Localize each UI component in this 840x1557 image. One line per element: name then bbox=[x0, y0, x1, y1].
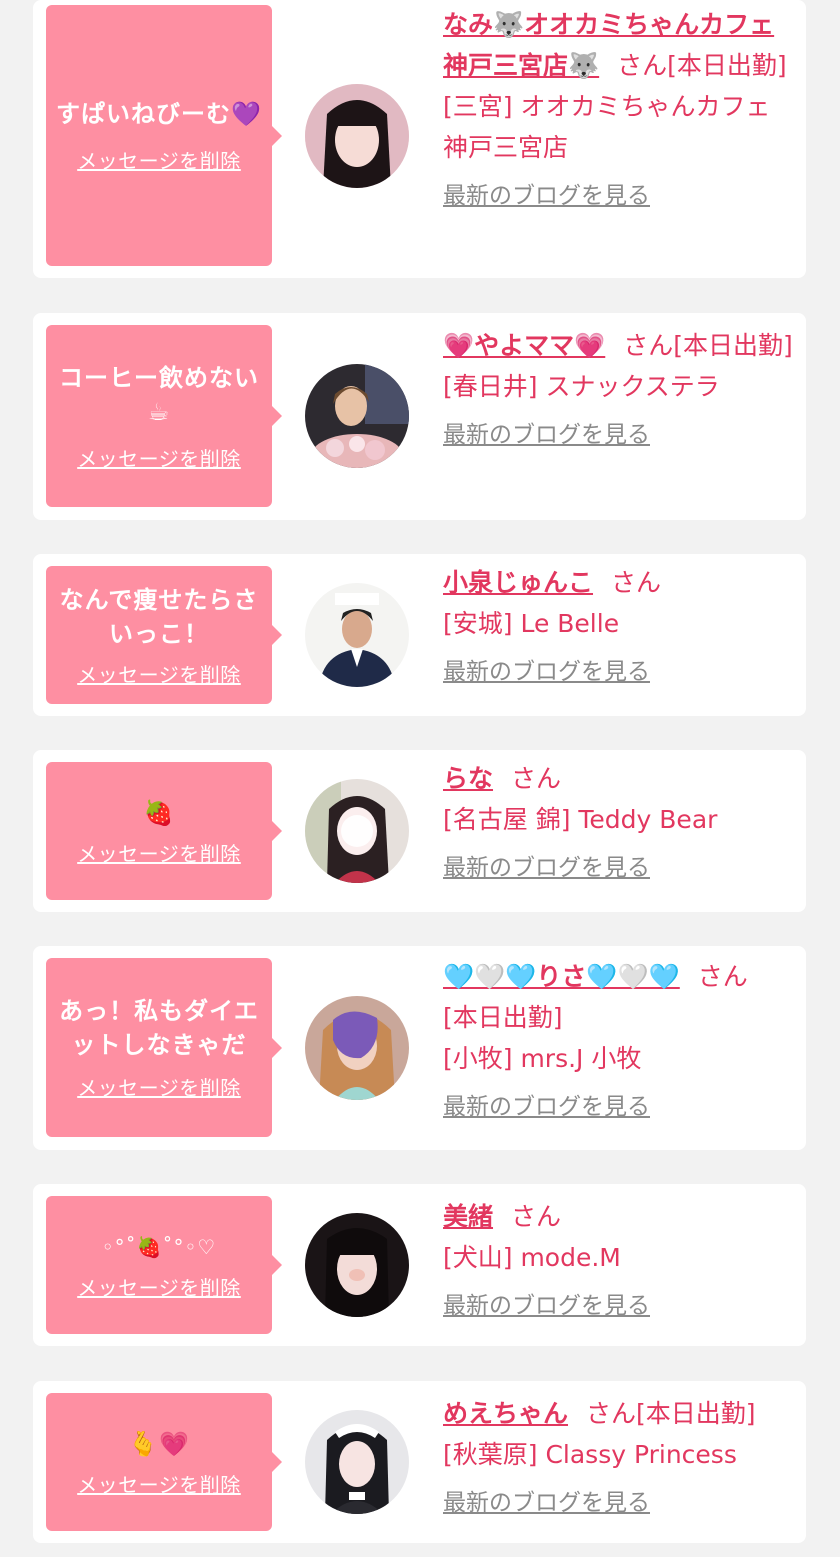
cast-info: 🩵🤍🩵りさ🩵🤍🩵 さん [本日出勤] [小牧] mrs.J 小牧 最新のブログを見… bbox=[443, 956, 795, 1128]
message-bubble: すぱいねびーむ💜 メッセージを削除 bbox=[46, 5, 282, 266]
message-text: 🍓 bbox=[143, 798, 175, 827]
honorific: さん bbox=[611, 568, 662, 597]
cast-name-link[interactable]: めえちゃん bbox=[443, 1399, 568, 1428]
shop-name: [三宮] オオカミちゃんカフェ神戸三宮店 bbox=[443, 92, 771, 162]
shop-name: [名古屋 錦] Teddy Bear bbox=[443, 805, 718, 834]
shop-name: [小牧] mrs.J 小牧 bbox=[443, 1044, 642, 1073]
avatar[interactable] bbox=[305, 1410, 409, 1514]
delete-message-link[interactable]: メッセージを削除 bbox=[77, 1469, 241, 1498]
shift-status: [本日出勤] bbox=[443, 1003, 563, 1032]
cast-info: らな さん [名古屋 錦] Teddy Bear 最新のブログを見る bbox=[443, 758, 795, 889]
message-bubble: 🍓 メッセージを削除 bbox=[46, 762, 282, 900]
shift-status: [本日出勤] bbox=[673, 331, 793, 360]
delete-message-link[interactable]: メッセージを削除 bbox=[77, 145, 241, 174]
honorific: さん bbox=[586, 1399, 637, 1428]
message-card: すぱいねびーむ💜 メッセージを削除 なみ🐺オオカミちゃんカフェ神戸三宮店🐺 さん[… bbox=[33, 0, 806, 278]
shop-name: [犬山] mode.M bbox=[443, 1243, 621, 1272]
message-card: 🫰💗 メッセージを削除 めえちゃん さん[本日出勤] [秋葉原] Classy P… bbox=[33, 1381, 806, 1543]
cast-name-link[interactable]: らな bbox=[443, 764, 493, 793]
delete-message-link[interactable]: メッセージを削除 bbox=[77, 1272, 241, 1301]
message-bubble: あっ！私もダイエットしなきゃだ メッセージを削除 bbox=[46, 958, 282, 1137]
shop-name: [秋葉原] Classy Princess bbox=[443, 1440, 737, 1469]
avatar[interactable] bbox=[305, 84, 409, 188]
latest-blog-link[interactable]: 最新のブログを見る bbox=[443, 1483, 650, 1524]
avatar[interactable] bbox=[305, 779, 409, 883]
message-card: あっ！私もダイエットしなきゃだ メッセージを削除 🩵🤍🩵りさ🩵🤍🩵 さん [本日出… bbox=[33, 946, 806, 1150]
latest-blog-link[interactable]: 最新のブログを見る bbox=[443, 415, 650, 456]
message-text: 🫰💗 bbox=[128, 1429, 190, 1458]
honorific: さん bbox=[617, 51, 668, 80]
message-bubble: ◦°˚🍓˚°◦♡ メッセージを削除 bbox=[46, 1196, 282, 1334]
latest-blog-link[interactable]: 最新のブログを見る bbox=[443, 176, 650, 217]
cast-name-link[interactable]: 小泉じゅんこ bbox=[443, 568, 593, 597]
delete-message-link[interactable]: メッセージを削除 bbox=[77, 659, 241, 688]
message-bubble: コーヒー飲めない☕ メッセージを削除 bbox=[46, 325, 282, 507]
cast-info: 💗やよママ💗 さん[本日出勤] [春日井] スナックステラ 最新のブログを見る bbox=[443, 325, 795, 456]
avatar[interactable] bbox=[305, 364, 409, 468]
cast-info: 美緒 さん [犬山] mode.M 最新のブログを見る bbox=[443, 1196, 795, 1327]
avatar[interactable] bbox=[305, 583, 409, 687]
cast-name-link[interactable]: 💗やよママ💗 bbox=[443, 331, 605, 360]
shift-status: [本日出勤] bbox=[667, 51, 787, 80]
shift-status: [本日出勤] bbox=[636, 1399, 756, 1428]
delete-message-link[interactable]: メッセージを削除 bbox=[77, 838, 241, 867]
cast-name-link[interactable]: 美緒 bbox=[443, 1202, 493, 1231]
message-card: コーヒー飲めない☕ メッセージを削除 💗やよママ💗 さん[本日出勤] [春日井] … bbox=[33, 313, 806, 520]
honorific: さん bbox=[623, 331, 674, 360]
message-bubble: なんで痩せたらさいっこ！ メッセージを削除 bbox=[46, 566, 282, 704]
latest-blog-link[interactable]: 最新のブログを見る bbox=[443, 1286, 650, 1327]
message-bubble: 🫰💗 メッセージを削除 bbox=[46, 1393, 282, 1531]
message-text: ◦°˚🍓˚°◦♡ bbox=[101, 1234, 217, 1259]
message-card: なんで痩せたらさいっこ！ メッセージを削除 小泉じゅんこ さん [安城] Le B… bbox=[33, 554, 806, 716]
delete-message-link[interactable]: メッセージを削除 bbox=[77, 1072, 241, 1101]
delete-message-link[interactable]: メッセージを削除 bbox=[77, 443, 241, 472]
honorific: さん bbox=[511, 764, 562, 793]
honorific: さん bbox=[511, 1202, 562, 1231]
cast-info: めえちゃん さん[本日出勤] [秋葉原] Classy Princess 最新のブ… bbox=[443, 1393, 795, 1524]
message-text: なんで痩せたらさいっこ！ bbox=[59, 585, 259, 648]
honorific: さん bbox=[697, 962, 748, 991]
shop-name: [安城] Le Belle bbox=[443, 609, 620, 638]
latest-blog-link[interactable]: 最新のブログを見る bbox=[443, 848, 650, 889]
message-card: ◦°˚🍓˚°◦♡ メッセージを削除 美緒 さん [犬山] mode.M 最新のブロ… bbox=[33, 1184, 806, 1346]
message-text: あっ！私もダイエットしなきゃだ bbox=[59, 997, 259, 1059]
cast-info: なみ🐺オオカミちゃんカフェ神戸三宮店🐺 さん[本日出勤] [三宮] オオカミちゃん… bbox=[443, 4, 795, 217]
message-text: すぱいねびーむ💜 bbox=[56, 100, 262, 128]
latest-blog-link[interactable]: 最新のブログを見る bbox=[443, 652, 650, 693]
avatar[interactable] bbox=[305, 996, 409, 1100]
avatar[interactable] bbox=[305, 1213, 409, 1317]
shop-name: [春日井] スナックステラ bbox=[443, 372, 720, 401]
message-card: 🍓 メッセージを削除 らな さん [名古屋 錦] Teddy Bear 最新のブロ… bbox=[33, 750, 806, 912]
cast-name-link[interactable]: 🩵🤍🩵りさ🩵🤍🩵 bbox=[443, 962, 680, 991]
message-text: コーヒー飲めない☕ bbox=[59, 363, 259, 426]
latest-blog-link[interactable]: 最新のブログを見る bbox=[443, 1087, 650, 1128]
cast-info: 小泉じゅんこ さん [安城] Le Belle 最新のブログを見る bbox=[443, 562, 795, 693]
